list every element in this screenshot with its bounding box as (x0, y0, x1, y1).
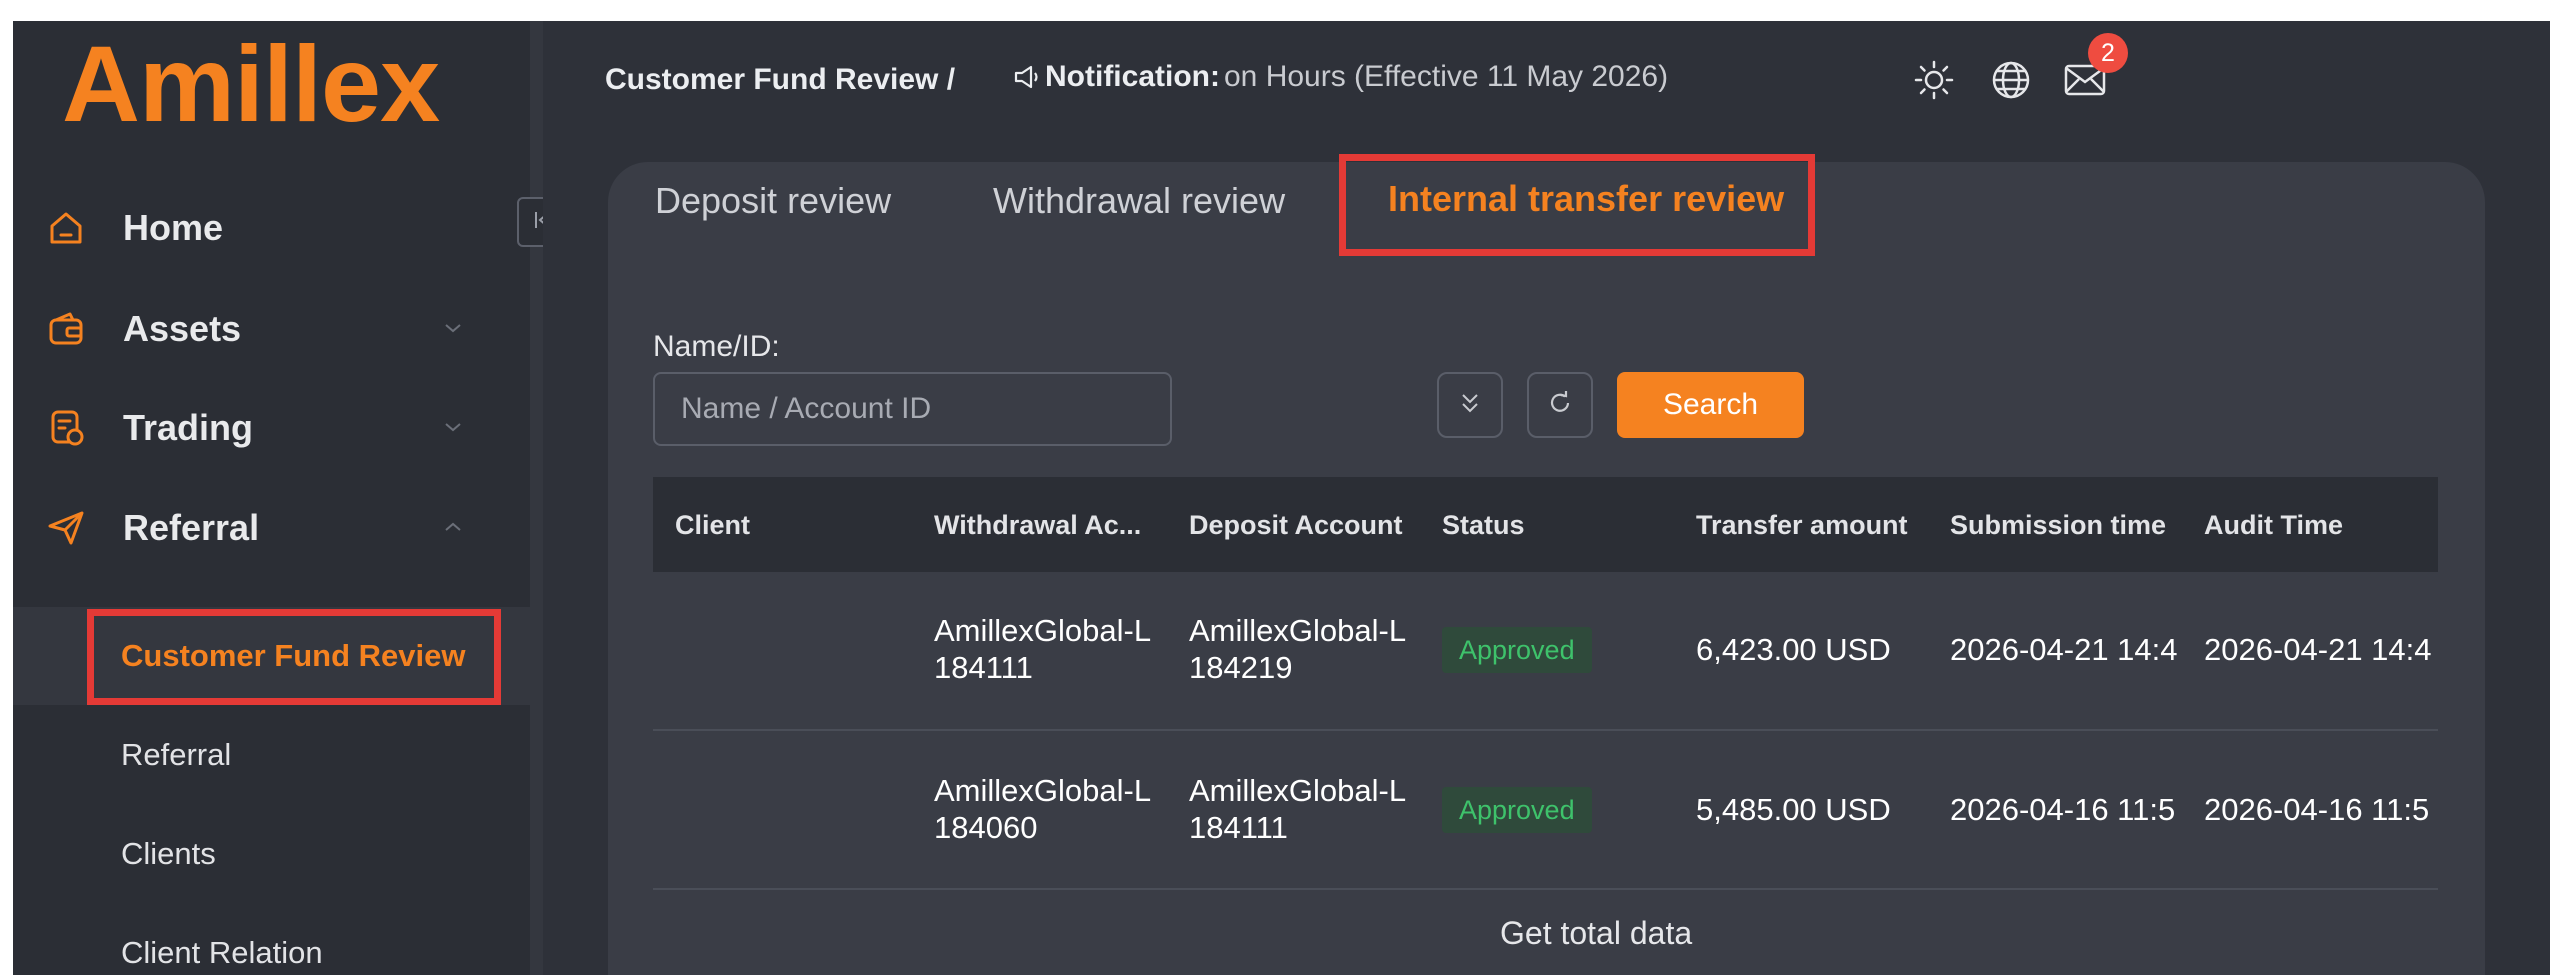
brand-logo: Amillex (62, 23, 440, 144)
chevron-down-icon (438, 313, 468, 343)
refresh-icon (1547, 390, 1573, 421)
cell-line: 184111 (934, 650, 1033, 685)
status-badge: Approved (1442, 787, 1592, 833)
expand-filters-button[interactable] (1437, 372, 1503, 438)
sidebar-item-label: Trading (123, 407, 254, 448)
column-header-status[interactable]: Status (1442, 510, 1525, 541)
column-header-audit-time[interactable]: Audit Time (2204, 510, 2343, 541)
column-header-withdrawal-account[interactable]: Withdrawal Ac... (934, 510, 1141, 541)
megaphone-icon (1013, 64, 1041, 90)
cell-line: AmillexGlobal-L (1189, 613, 1407, 648)
cell-line: 184111 (1189, 810, 1288, 845)
sidebar-subitem-label: Customer Fund Review (121, 638, 466, 673)
column-header-submission-time[interactable]: Submission time (1950, 510, 2166, 541)
cell-line: AmillexGlobal-L (1189, 773, 1407, 808)
sidebar-scrollbar[interactable] (530, 21, 543, 975)
sidebar-subitem-client-relation[interactable]: Client Relation (13, 904, 530, 975)
cell-submission-time: 2026-04-21 14:4 (1950, 632, 2178, 667)
table-header (653, 477, 2438, 572)
status-badge: Approved (1442, 627, 1592, 673)
name-id-input[interactable] (653, 372, 1172, 446)
trading-icon (45, 407, 87, 449)
cell-audit-time: 2026-04-21 14:4 (2204, 632, 2432, 667)
cell-line: AmillexGlobal-L (934, 773, 1152, 808)
cell-deposit-account: AmillexGlobal-L 184219 (1189, 612, 1434, 686)
cell-withdrawal-account: AmillexGlobal-L 184060 (934, 772, 1179, 846)
chevron-down-icon (438, 412, 468, 442)
cell-deposit-account: AmillexGlobal-L 184111 (1189, 772, 1434, 846)
cell-line: AmillexGlobal-L (934, 613, 1152, 648)
globe-icon[interactable] (1987, 56, 2035, 104)
mail-count-badge: 2 (2088, 33, 2128, 73)
sidebar-item-label: Home (123, 207, 224, 248)
sidebar-subitem-referral[interactable]: Referral (13, 706, 530, 804)
sidebar-item-referral[interactable]: Referral (13, 488, 530, 568)
reset-button[interactable] (1527, 372, 1593, 438)
cell-line: 184219 (1189, 650, 1293, 685)
notification-ticker[interactable]: Notification: on Hours (Effective 11 May… (1013, 60, 1668, 94)
cell-line: 184060 (934, 810, 1038, 845)
cell-withdrawal-account: AmillexGlobal-L 184111 (934, 612, 1179, 686)
cell-transfer-amount: 6,423.00 USD (1696, 632, 1891, 667)
get-total-data-link[interactable]: Get total data (1500, 915, 1692, 952)
column-header-transfer-amount[interactable]: Transfer amount (1696, 510, 1908, 541)
column-header-client[interactable]: Client (675, 510, 750, 541)
sidebar-subitem-label: Referral (121, 737, 232, 772)
sidebar-item-trading[interactable]: Trading (13, 388, 530, 468)
breadcrumb[interactable]: Customer Fund Review / (605, 63, 955, 97)
notification-text: on Hours (Effective 11 May 2026) (1223, 60, 1669, 93)
double-chevron-down-icon (1459, 391, 1481, 420)
sidebar-item-home[interactable]: Home (13, 188, 530, 268)
tab-withdrawal-review[interactable]: Withdrawal review (993, 180, 1285, 222)
sidebar-subitem-clients[interactable]: Clients (13, 805, 530, 903)
cell-transfer-amount: 5,485.00 USD (1696, 792, 1891, 827)
sidebar-subitem-customer-fund-review[interactable]: Customer Fund Review (13, 607, 530, 705)
sidebar-subitem-label: Clients (121, 836, 216, 871)
sidebar-item-label: Assets (123, 308, 242, 349)
wallet-icon (45, 308, 87, 350)
cell-submission-time: 2026-04-16 11:5 (1950, 792, 2176, 827)
sidebar-subitem-label: Client Relation (121, 935, 323, 970)
name-id-label: Name/ID: (653, 330, 780, 363)
cell-audit-time: 2026-04-16 11:5 (2204, 792, 2430, 827)
row-divider (653, 729, 2438, 731)
search-button[interactable]: Search (1617, 372, 1804, 438)
column-header-deposit-account[interactable]: Deposit Account (1189, 510, 1403, 541)
home-icon (45, 207, 87, 249)
send-icon (45, 507, 87, 549)
chevron-up-icon (438, 512, 468, 542)
sidebar-item-assets[interactable]: Assets (13, 289, 530, 369)
tab-deposit-review[interactable]: Deposit review (655, 180, 891, 222)
tab-internal-transfer-review[interactable]: Internal transfer review (1388, 178, 1784, 220)
notification-label: Notification: (1045, 60, 1220, 93)
row-divider (653, 888, 2438, 890)
sidebar-item-label: Referral (123, 507, 260, 548)
sun-icon[interactable] (1910, 56, 1958, 104)
